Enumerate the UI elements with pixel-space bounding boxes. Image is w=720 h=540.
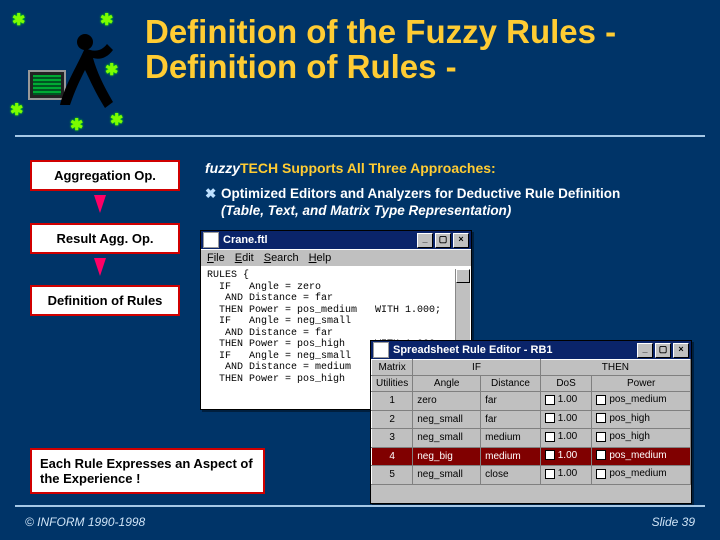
- window-title: Crane.ftl: [223, 234, 417, 246]
- bullet-subtext: (Table, Text, and Matrix Type Representa…: [221, 203, 511, 218]
- cell-angle[interactable]: neg_big: [413, 447, 481, 466]
- rule-table: Matrix IF THEN Utilities Angle Distance …: [371, 359, 691, 485]
- cell-power[interactable]: pos_medium: [592, 447, 691, 466]
- cell-distance[interactable]: far: [481, 392, 541, 411]
- dancer-icon: [55, 30, 115, 130]
- bullet-mark-icon: ✖: [205, 186, 221, 203]
- footnote-box: Each Rule Expresses an Aspect of the Exp…: [30, 448, 265, 494]
- cell-distance[interactable]: medium: [481, 447, 541, 466]
- bullet-text: Optimized Editors and Analyzers for Dedu…: [221, 186, 620, 201]
- maximize-button[interactable]: ▢: [655, 343, 671, 358]
- cell-rownum: 1: [372, 392, 413, 411]
- table-row[interactable]: 3neg_smallmedium1.00pos_high: [372, 429, 691, 448]
- window-titlebar[interactable]: Crane.ftl _ ▢ ×: [201, 231, 471, 249]
- grid-client-area: Matrix IF THEN Utilities Angle Distance …: [371, 359, 691, 485]
- menu-edit[interactable]: Edit: [235, 252, 254, 264]
- cell-dos[interactable]: 1.00: [540, 429, 592, 448]
- cell-angle[interactable]: neg_small: [413, 410, 481, 429]
- headline-rest: Supports All Three Approaches:: [278, 160, 496, 176]
- divider-top: [15, 135, 705, 137]
- col-power[interactable]: Power: [592, 376, 691, 392]
- cell-dos[interactable]: 1.00: [540, 447, 592, 466]
- box-result-agg-op: Result Agg. Op.: [30, 223, 180, 254]
- slide-title: Definition of the Fuzzy Rules - Definiti…: [145, 15, 705, 84]
- brand-italic: fuzzy: [205, 160, 240, 176]
- tab-matrix[interactable]: Matrix: [372, 360, 413, 376]
- box-definition-of-rules: Definition of Rules: [30, 285, 180, 316]
- menu-help[interactable]: Help: [309, 252, 332, 264]
- col-distance[interactable]: Distance: [481, 376, 541, 392]
- window-titlebar[interactable]: Spreadsheet Rule Editor - RB1 _ ▢ ×: [371, 341, 691, 359]
- cell-angle[interactable]: neg_small: [413, 466, 481, 485]
- slide-number: Slide 39: [652, 515, 695, 529]
- cell-power[interactable]: pos_high: [592, 429, 691, 448]
- bullet-item: ✖Optimized Editors and Analyzers for Ded…: [205, 186, 685, 220]
- close-button[interactable]: ×: [453, 233, 469, 248]
- arrow-icon: [94, 195, 106, 213]
- menu-bar: File Edit Search Help: [201, 249, 471, 266]
- cell-power[interactable]: pos_high: [592, 410, 691, 429]
- col-dos[interactable]: DoS: [540, 376, 592, 392]
- col-group-if: IF: [413, 360, 541, 376]
- arrow-icon: [94, 258, 106, 276]
- table-row[interactable]: 2neg_smallfar1.00pos_high: [372, 410, 691, 429]
- window-icon: [203, 232, 219, 248]
- menu-search[interactable]: Search: [264, 252, 299, 264]
- table-row[interactable]: 1zerofar1.00pos_medium: [372, 392, 691, 411]
- brand-suffix: TECH: [240, 160, 278, 176]
- box-aggregation-op: Aggregation Op.: [30, 160, 180, 191]
- cell-rownum: 4: [372, 447, 413, 466]
- cell-distance[interactable]: far: [481, 410, 541, 429]
- divider-bottom: [15, 505, 705, 507]
- col-group-then: THEN: [540, 360, 690, 376]
- cell-distance[interactable]: medium: [481, 429, 541, 448]
- cell-power[interactable]: pos_medium: [592, 466, 691, 485]
- cell-rownum: 3: [372, 429, 413, 448]
- table-row[interactable]: 4neg_bigmedium1.00pos_medium: [372, 447, 691, 466]
- cell-distance[interactable]: close: [481, 466, 541, 485]
- close-button[interactable]: ×: [673, 343, 689, 358]
- menu-file[interactable]: File: [207, 252, 225, 264]
- cell-rownum: 2: [372, 410, 413, 429]
- cell-power[interactable]: pos_medium: [592, 392, 691, 411]
- cell-dos[interactable]: 1.00: [540, 466, 592, 485]
- copyright-text: © INFORM 1990-1998: [25, 515, 145, 529]
- tab-utilities[interactable]: Utilities: [372, 376, 413, 392]
- content-headline: fuzzyTECH Supports All Three Approaches:: [205, 160, 496, 176]
- window-title: Spreadsheet Rule Editor - RB1: [393, 344, 637, 356]
- cell-angle[interactable]: zero: [413, 392, 481, 411]
- cell-dos[interactable]: 1.00: [540, 410, 592, 429]
- maximize-button[interactable]: ▢: [435, 233, 451, 248]
- minimize-button[interactable]: _: [417, 233, 433, 248]
- col-angle[interactable]: Angle: [413, 376, 481, 392]
- cell-angle[interactable]: neg_small: [413, 429, 481, 448]
- cell-rownum: 5: [372, 466, 413, 485]
- window-icon: [373, 342, 389, 358]
- minimize-button[interactable]: _: [637, 343, 653, 358]
- cell-dos[interactable]: 1.00: [540, 392, 592, 411]
- table-row[interactable]: 5neg_smallclose1.00pos_medium: [372, 466, 691, 485]
- slide-logo: ✱ ✱ ✱ ✱ ✱ ✱: [10, 10, 130, 130]
- spreadsheet-editor-window: Spreadsheet Rule Editor - RB1 _ ▢ × Matr…: [370, 340, 692, 504]
